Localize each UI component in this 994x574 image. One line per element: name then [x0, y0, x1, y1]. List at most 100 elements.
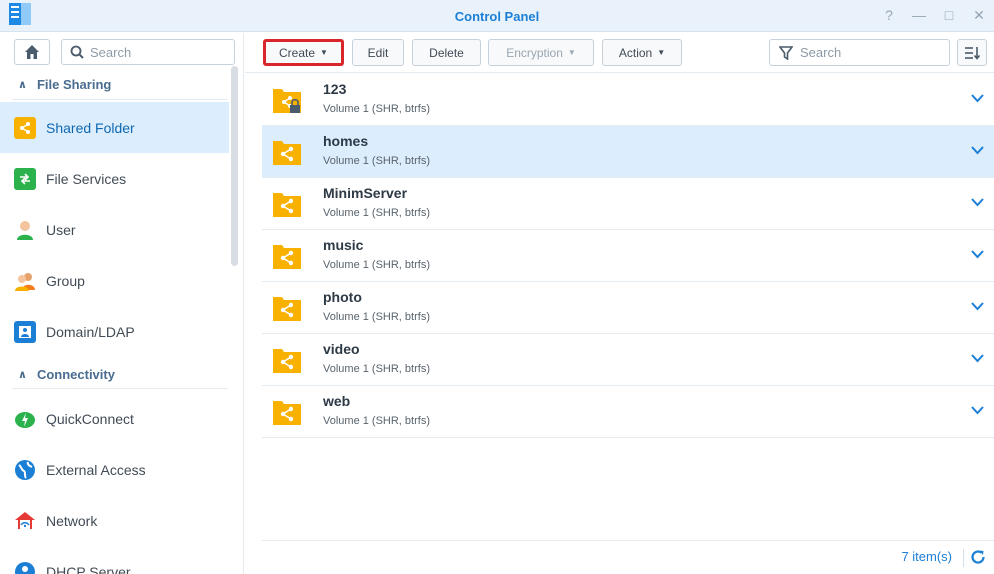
sidebar-item-quickconnect[interactable]: QuickConnect	[0, 393, 229, 444]
shared-folder-icon	[273, 401, 301, 425]
folder-row[interactable]: video Volume 1 (SHR, btrfs)	[262, 334, 994, 386]
file-services-icon	[14, 167, 36, 190]
folder-location: Volume 1 (SHR, btrfs)	[323, 207, 430, 219]
shared-folder-list: 123 Volume 1 (SHR, btrfs) homes Volume 1…	[262, 74, 994, 438]
folder-location: Volume 1 (SHR, btrfs)	[323, 363, 430, 375]
folder-location: Volume 1 (SHR, btrfs)	[323, 103, 430, 115]
folder-row[interactable]: homes Volume 1 (SHR, btrfs)	[262, 126, 994, 178]
domain-ldap-icon	[14, 320, 36, 343]
folder-search-placeholder: Search	[800, 45, 842, 60]
group-icon	[14, 270, 36, 292]
edit-button[interactable]: Edit	[352, 39, 404, 66]
folder-name: homes	[323, 133, 369, 149]
sidebar-item-label: DHCP Server	[46, 563, 131, 574]
filter-icon	[779, 45, 793, 60]
section-file-sharing-label: File Sharing	[36, 77, 112, 92]
caret-down-icon: ▼	[657, 48, 666, 57]
footer-divider	[963, 549, 964, 567]
sort-icon	[965, 46, 980, 60]
folder-row[interactable]: music Volume 1 (SHR, btrfs)	[262, 230, 994, 282]
sidebar-item-external-access[interactable]: External Access	[0, 444, 229, 495]
chevron-down-icon[interactable]	[971, 302, 984, 311]
search-icon	[70, 45, 84, 59]
user-icon	[14, 219, 36, 241]
chevron-down-icon[interactable]	[971, 146, 984, 155]
caret-down-icon: ▼	[567, 48, 576, 57]
shared-folder-icon	[273, 349, 301, 373]
sidebar-item-label: User	[46, 221, 76, 238]
folder-name: web	[323, 393, 351, 409]
action-button[interactable]: Action ▼	[602, 39, 682, 66]
sidebar-item-label: Network	[46, 512, 98, 529]
dhcp-server-icon	[14, 561, 36, 574]
encryption-button-label: Encryption	[506, 45, 563, 60]
sidebar: Search ∧ File Sharing Shared Folder File…	[0, 33, 244, 574]
create-button-label: Create	[279, 45, 316, 60]
sidebar-item-group[interactable]: Group	[0, 255, 229, 306]
sidebar-item-domain-ldap[interactable]: Domain/LDAP	[0, 306, 229, 357]
folder-location: Volume 1 (SHR, btrfs)	[323, 311, 430, 323]
sidebar-item-shared-folder[interactable]: Shared Folder	[0, 102, 229, 153]
section-file-sharing[interactable]: ∧ File Sharing	[18, 77, 111, 92]
folder-name: video	[323, 341, 360, 357]
shared-folder-icon	[273, 297, 301, 321]
folder-location: Volume 1 (SHR, btrfs)	[323, 259, 430, 271]
close-icon[interactable]: ✕	[972, 6, 986, 24]
chevron-down-icon[interactable]	[971, 94, 984, 103]
sidebar-search-input[interactable]: Search	[61, 39, 235, 65]
help-icon[interactable]: ?	[882, 6, 896, 24]
folder-location: Volume 1 (SHR, btrfs)	[323, 155, 430, 167]
caret-down-icon: ▼	[320, 48, 328, 57]
sidebar-item-label: QuickConnect	[46, 410, 134, 427]
delete-button-label: Delete	[429, 45, 464, 60]
sidebar-item-dhcp-server[interactable]: DHCP Server	[0, 546, 229, 574]
folder-row[interactable]: MinimServer Volume 1 (SHR, btrfs)	[262, 178, 994, 230]
folder-row[interactable]: photo Volume 1 (SHR, btrfs)	[262, 282, 994, 334]
home-button[interactable]	[14, 39, 50, 65]
sidebar-item-user[interactable]: User	[0, 204, 229, 255]
folder-name: MinimServer	[323, 185, 408, 201]
encryption-button[interactable]: Encryption ▼	[488, 39, 594, 66]
minimize-icon[interactable]: —	[912, 6, 926, 24]
action-button-label: Action	[618, 45, 653, 60]
window-title: Control Panel	[454, 9, 540, 24]
sidebar-item-label: File Services	[46, 170, 127, 187]
shared-folder-icon	[14, 116, 36, 139]
folder-location: Volume 1 (SHR, btrfs)	[323, 415, 430, 427]
shared-folder-icon	[273, 245, 301, 269]
section-connectivity[interactable]: ∧ Connectivity	[18, 367, 115, 382]
title-bar: Control Panel ? — □ ✕	[0, 0, 994, 32]
shared-folder-locked-icon	[273, 89, 301, 113]
shared-folder-icon	[273, 193, 301, 217]
chevron-down-icon[interactable]	[971, 250, 984, 259]
item-count: 7 item(s)	[901, 549, 952, 564]
folder-search-input[interactable]: Search	[769, 39, 950, 66]
folder-row[interactable]: 123 Volume 1 (SHR, btrfs)	[262, 74, 994, 126]
sidebar-scrollbar[interactable]	[231, 66, 238, 266]
refresh-icon[interactable]	[970, 549, 986, 565]
sort-button[interactable]	[957, 39, 987, 66]
chevron-down-icon[interactable]	[971, 406, 984, 415]
home-icon	[25, 45, 39, 59]
sidebar-item-label: Group	[46, 272, 85, 289]
chevron-down-icon[interactable]	[971, 354, 984, 363]
toolbar: Create ▼ Edit Delete Encryption ▼ Action…	[245, 33, 994, 73]
sidebar-item-label: Shared Folder	[46, 119, 135, 136]
folder-name: music	[323, 237, 364, 253]
list-footer: 7 item(s)	[262, 540, 994, 574]
window-controls: ? — □ ✕	[882, 6, 986, 24]
main-panel: Create ▼ Edit Delete Encryption ▼ Action…	[245, 33, 994, 574]
shared-folder-icon	[273, 141, 301, 165]
sidebar-item-network[interactable]: Network	[0, 495, 229, 546]
sidebar-item-label: Domain/LDAP	[46, 323, 135, 340]
maximize-icon[interactable]: □	[942, 6, 956, 24]
folder-name: 123	[323, 81, 347, 97]
delete-button[interactable]: Delete	[412, 39, 481, 66]
folder-name: photo	[323, 289, 362, 305]
quickconnect-icon	[14, 408, 36, 430]
create-button[interactable]: Create ▼	[263, 39, 344, 66]
chevron-down-icon[interactable]	[971, 198, 984, 207]
sidebar-item-file-services[interactable]: File Services	[0, 153, 229, 204]
folder-row[interactable]: web Volume 1 (SHR, btrfs)	[262, 386, 994, 438]
chevron-up-icon: ∧	[18, 79, 27, 91]
